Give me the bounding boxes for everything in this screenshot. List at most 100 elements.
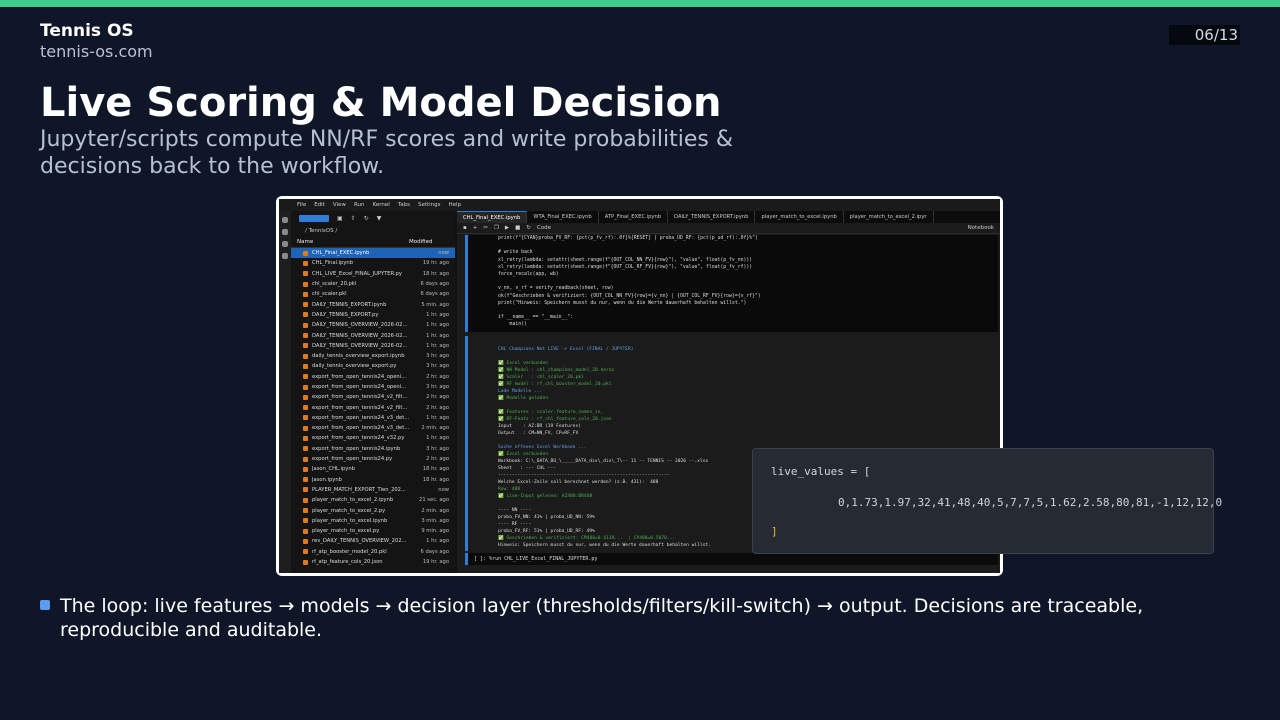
menu-edit[interactable]: Edit bbox=[314, 202, 325, 208]
file-row[interactable]: rev_DAILY_TENNIS_OVERVIEW_202... 1 hr. ag… bbox=[291, 536, 455, 546]
add-cell-icon[interactable]: + bbox=[473, 225, 478, 231]
copy-icon[interactable]: ❐ bbox=[494, 225, 499, 231]
file-modified: 1 hr. ago bbox=[426, 311, 449, 318]
cut-icon[interactable]: ✂ bbox=[483, 225, 488, 231]
column-modified[interactable]: Modified bbox=[409, 239, 449, 245]
menu-help[interactable]: Help bbox=[449, 202, 462, 208]
file-name: DAILY_TENNIS_OVERVIEW_2026-02... bbox=[312, 322, 408, 329]
file-icon bbox=[303, 394, 308, 400]
file-row[interactable]: DAILY_TENNIS_EXPORT.ipynb 5 min. ago bbox=[291, 299, 455, 309]
live-values-list: 0,1.73,1.97,32,41,48,40,5,7,7,5,1.62,2.5… bbox=[838, 496, 1223, 509]
file-row[interactable]: export_from_open_tennis24_openi... 2 hr. … bbox=[291, 372, 455, 382]
folder-icon[interactable] bbox=[282, 217, 288, 223]
file-row[interactable]: player_match_to_excel_2.py 2 min. ago bbox=[291, 505, 455, 515]
file-name: chl_scaler_20.pkl bbox=[312, 281, 357, 288]
activity-bar bbox=[279, 211, 291, 573]
menu-run[interactable]: Run bbox=[354, 202, 365, 208]
file-row[interactable]: export_from_open_tennis24.py 2 hr. ago bbox=[291, 454, 455, 464]
menu-settings[interactable]: Settings bbox=[418, 202, 441, 208]
save-icon[interactable]: ▪ bbox=[463, 225, 467, 231]
file-row[interactable]: CHL_LIVE_Excel_FINAL_JUPYTER.py 18 hr. ag… bbox=[291, 269, 455, 279]
restart-icon[interactable]: ↻ bbox=[526, 225, 531, 231]
file-row[interactable]: export_from_open_tennis24.ipynb 3 hr. ago bbox=[291, 444, 455, 454]
breadcrumb[interactable]: / TennisOS / bbox=[291, 225, 455, 237]
file-row[interactable]: PLAYER_MATCH_EXPORT_Tien_202... now bbox=[291, 485, 455, 495]
file-row[interactable]: export_from_open_tennis24_openi... 3 hr. … bbox=[291, 382, 455, 392]
notebook-tab[interactable]: DAILY_TENNIS_EXPORT.ipynb bbox=[668, 211, 756, 223]
file-row[interactable]: CHL_Final.ipynb 19 hr. ago bbox=[291, 258, 455, 268]
file-row[interactable]: export_from_open_tennis24_v2_filt... 2 hr… bbox=[291, 402, 455, 412]
file-icon bbox=[303, 353, 308, 359]
brand-url: tennis-os.com bbox=[40, 42, 153, 61]
notebook-tab[interactable]: player_match_to_excel.ipynb bbox=[755, 211, 844, 223]
kernel-label[interactable]: Notebook bbox=[968, 225, 994, 231]
file-row[interactable]: player_match_to_excel_2.ipynb 21 sec. ago bbox=[291, 495, 455, 505]
file-row[interactable]: daily_tennis_overview_export.ipynb 3 hr. … bbox=[291, 351, 455, 361]
upload-icon[interactable]: ⇧ bbox=[351, 215, 356, 222]
file-icon bbox=[303, 363, 308, 369]
file-row[interactable]: Jason_CHL.ipynb 18 hr. ago bbox=[291, 464, 455, 474]
new-folder-icon[interactable]: ▣ bbox=[337, 215, 343, 222]
file-name: daily_tennis_overview_export.ipynb bbox=[312, 353, 405, 360]
file-row[interactable]: export_from_open_tennis24_v2_filt... 2 hr… bbox=[291, 392, 455, 402]
extension-icon[interactable] bbox=[282, 253, 288, 259]
file-modified: 1 hr. ago bbox=[426, 322, 449, 329]
file-name: Jason_CHL.ipynb bbox=[312, 466, 355, 473]
file-row[interactable]: DAILY_TENNIS_OVERVIEW_2026-02... 1 hr. ag… bbox=[291, 341, 455, 351]
new-launcher-button[interactable] bbox=[299, 214, 329, 222]
file-name: DAILY_TENNIS_EXPORT.ipynb bbox=[312, 301, 387, 308]
file-row[interactable]: chl_scaler.pkl 6 days ago bbox=[291, 289, 455, 299]
menu-kernel[interactable]: Kernel bbox=[372, 202, 389, 208]
toc-icon[interactable] bbox=[282, 241, 288, 247]
refresh-icon[interactable]: ↻ bbox=[364, 215, 369, 222]
menu-file[interactable]: File bbox=[297, 202, 306, 208]
file-row[interactable]: export_from_open_tennis24_v3_det... 2 min… bbox=[291, 423, 455, 433]
file-row[interactable]: player_match_to_excel.py 9 min. ago bbox=[291, 526, 455, 536]
running-icon[interactable] bbox=[282, 229, 288, 235]
notebook-tab[interactable]: ATP_Final_EXEC.ipynb bbox=[599, 211, 669, 223]
file-row[interactable]: Jason.ipynb 18 hr. ago bbox=[291, 475, 455, 485]
file-name: rev_DAILY_TENNIS_OVERVIEW_202... bbox=[312, 538, 407, 545]
file-row[interactable]: rf_atp_booster_model_20.pkl 6 days ago bbox=[291, 547, 455, 557]
file-row[interactable]: DAILY_TENNIS_EXPORT.py 1 hr. ago bbox=[291, 310, 455, 320]
notebook-tab[interactable]: player_match_to_excel_2.ipyr bbox=[844, 211, 934, 223]
file-icon bbox=[303, 405, 308, 411]
stop-icon[interactable]: ■ bbox=[515, 225, 520, 231]
output-line: Input : AZ:BR (19 Features) bbox=[498, 424, 581, 429]
run-icon[interactable]: ▶ bbox=[505, 225, 509, 231]
file-modified: 3 min. ago bbox=[421, 517, 449, 524]
cell-type-select[interactable]: Code bbox=[537, 225, 551, 231]
file-row[interactable]: chl_scaler_20.pkl 6 days ago bbox=[291, 279, 455, 289]
file-row[interactable]: DAILY_TENNIS_OVERVIEW_2026-02... 1 hr. ag… bbox=[291, 320, 455, 330]
menu-view[interactable]: View bbox=[333, 202, 346, 208]
menu-tabs[interactable]: Tabs bbox=[398, 202, 410, 208]
file-name: player_match_to_excel.ipynb bbox=[312, 517, 388, 524]
code-cell[interactable]: print(f"{CYAN}proba_FV_RF: {pct(p_fv_rf)… bbox=[465, 235, 998, 332]
file-modified: 2 hr. ago bbox=[426, 404, 449, 411]
file-icon bbox=[303, 333, 308, 339]
run-cell[interactable]: [ ]: %run CHL_LIVE_Excel_FINAL_JUPYTER.p… bbox=[465, 553, 998, 565]
file-name: export_from_open_tennis24_v2_filt... bbox=[312, 394, 408, 401]
file-modified: 3 hr. ago bbox=[426, 353, 449, 360]
file-modified: 21 sec. ago bbox=[419, 497, 449, 504]
file-row[interactable]: player_match_to_excel.ipynb 3 min. ago bbox=[291, 516, 455, 526]
file-row[interactable]: daily_tennis_overview_export.py 3 hr. ago bbox=[291, 361, 455, 371]
file-row[interactable]: rf_atp_feature_cols_20.json 19 hr. ago bbox=[291, 557, 455, 567]
file-row[interactable]: export_from_open_tennis24_v32.py 1 hr. ag… bbox=[291, 433, 455, 443]
file-icon bbox=[303, 497, 308, 503]
file-row[interactable]: DAILY_TENNIS_OVERVIEW_2026-02... 1 hr. ag… bbox=[291, 330, 455, 340]
column-name[interactable]: Name bbox=[297, 239, 409, 245]
file-modified: 1 hr. ago bbox=[426, 435, 449, 442]
file-row[interactable]: export_from_open_tennis24_v3_det... 1 hr.… bbox=[291, 413, 455, 423]
file-browser-toolbar: ▣ ⇧ ↻ ▼ bbox=[291, 211, 455, 225]
notebook-tab[interactable]: WTA_Final_EXEC.ipynb bbox=[527, 211, 599, 223]
notebook-tab[interactable]: CHL_Final_EXEC.ipynb bbox=[457, 211, 528, 223]
file-name: export_from_open_tennis24_v2_filt... bbox=[312, 404, 408, 411]
file-icon bbox=[303, 384, 308, 390]
file-modified: 2 hr. ago bbox=[426, 394, 449, 401]
file-icon bbox=[303, 425, 308, 431]
file-row[interactable]: CHL_Final_EXEC.ipynb now bbox=[291, 248, 455, 259]
filter-icon[interactable]: ▼ bbox=[377, 215, 382, 222]
